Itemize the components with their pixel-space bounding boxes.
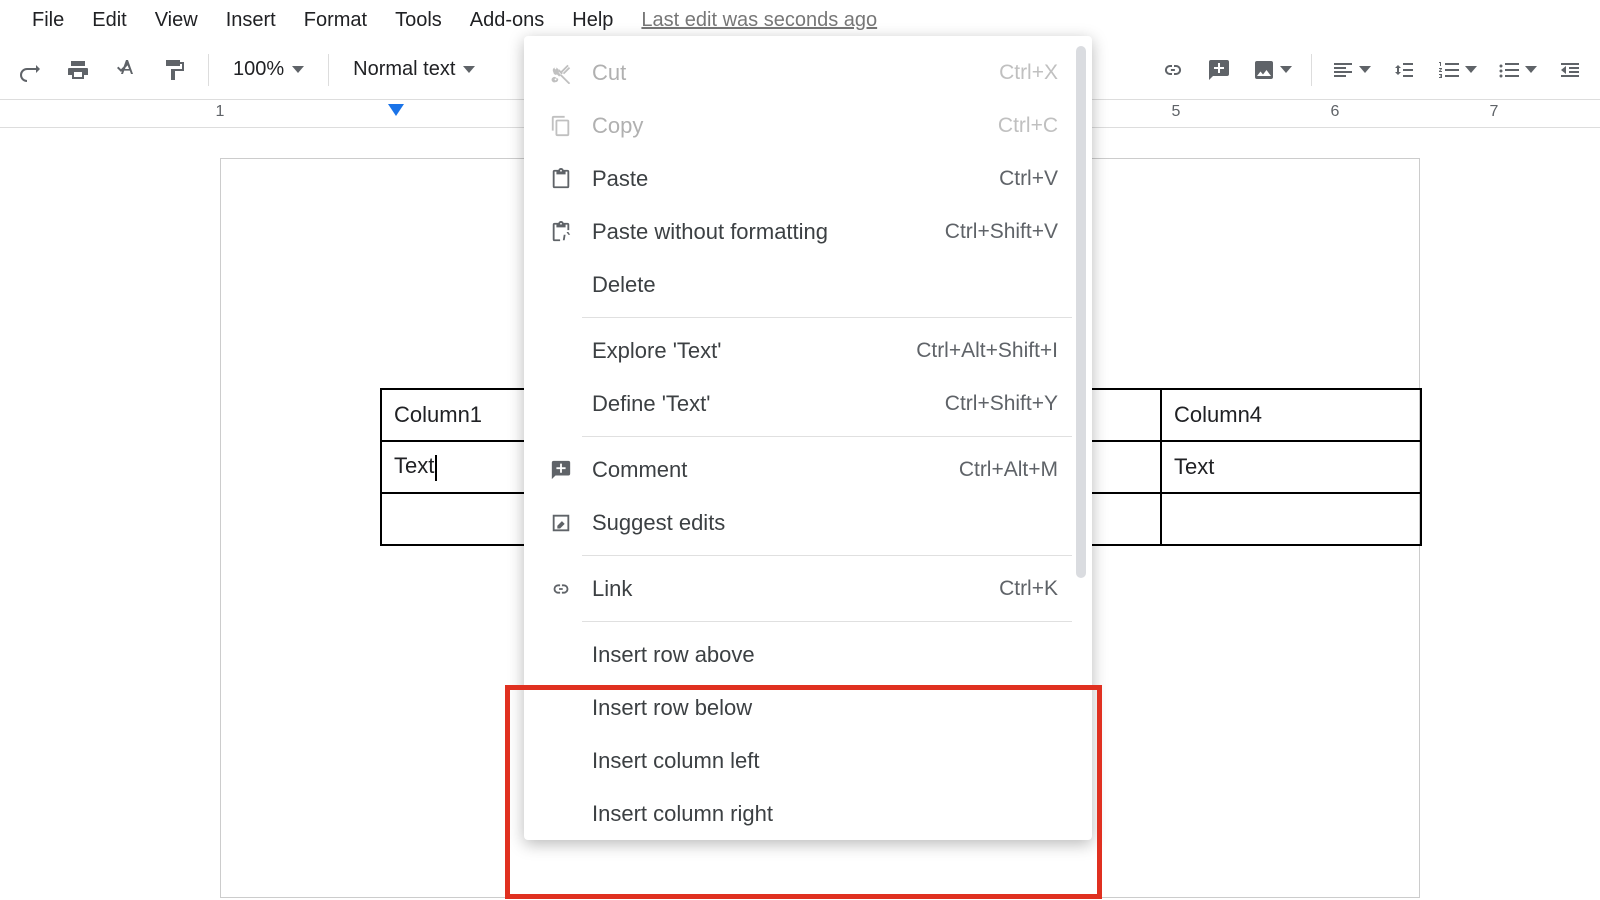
chevron-down-icon xyxy=(292,66,304,73)
chevron-down-icon xyxy=(1280,66,1292,73)
cell-text: Text xyxy=(1174,454,1214,479)
ruler-mark: 6 xyxy=(1331,103,1340,121)
menu-bar: File Edit View Insert Format Tools Add-o… xyxy=(0,0,1600,40)
menu-separator xyxy=(582,621,1072,622)
chevron-down-icon xyxy=(1465,66,1477,73)
menu-addons[interactable]: Add-ons xyxy=(470,9,545,32)
shortcut-text: Ctrl+V xyxy=(999,167,1058,191)
menu-item-insert-column-right[interactable]: Insert column right xyxy=(524,787,1092,840)
scrollbar[interactable] xyxy=(1076,46,1086,578)
chevron-down-icon xyxy=(463,66,475,73)
menu-item-paste-without-formatting[interactable]: Paste without formatting Ctrl+Shift+V xyxy=(524,205,1092,258)
menu-item-insert-row-above[interactable]: Insert row above xyxy=(524,628,1092,681)
shortcut-text: Ctrl+X xyxy=(999,61,1058,85)
menu-item-cut[interactable]: Cut Ctrl+X xyxy=(524,46,1092,99)
paint-format-icon[interactable] xyxy=(156,52,192,88)
menu-item-define[interactable]: Define 'Text' Ctrl+Shift+Y xyxy=(524,377,1092,430)
bulleted-list-dropdown[interactable] xyxy=(1492,52,1542,88)
link-icon xyxy=(544,578,578,600)
ruler-mark: 7 xyxy=(1490,103,1499,121)
paragraph-style-dropdown[interactable]: Normal text xyxy=(345,58,483,81)
ruler-mark: 5 xyxy=(1172,103,1181,121)
toolbar-separator xyxy=(208,54,209,86)
shortcut-text: Ctrl+Alt+Shift+I xyxy=(916,339,1058,363)
shortcut-text: Ctrl+K xyxy=(999,577,1058,601)
cell-text: Column1 xyxy=(394,402,482,427)
cell-text: Text xyxy=(394,453,434,478)
zoom-value: 100% xyxy=(233,58,284,81)
numbered-list-dropdown[interactable] xyxy=(1432,52,1482,88)
chevron-down-icon xyxy=(1525,66,1537,73)
menu-file[interactable]: File xyxy=(32,9,64,32)
add-comment-icon xyxy=(544,459,578,481)
menu-edit[interactable]: Edit xyxy=(92,9,126,32)
table-cell[interactable]: Column4 xyxy=(1161,389,1421,441)
menu-item-label: Link xyxy=(592,576,632,602)
menu-item-comment[interactable]: Comment Ctrl+Alt+M xyxy=(524,443,1092,496)
chevron-down-icon xyxy=(1359,66,1371,73)
paragraph-style-value: Normal text xyxy=(353,58,455,81)
cut-icon xyxy=(544,62,578,84)
align-dropdown[interactable] xyxy=(1326,52,1376,88)
suggest-icon xyxy=(544,512,578,534)
menu-item-label: Define 'Text' xyxy=(592,391,710,417)
first-line-indent-icon[interactable] xyxy=(388,104,404,116)
menu-item-link[interactable]: Link Ctrl+K xyxy=(524,562,1092,615)
menu-item-label: Insert row above xyxy=(592,642,755,668)
shortcut-text: Ctrl+Shift+V xyxy=(945,220,1058,244)
menu-tools[interactable]: Tools xyxy=(395,9,442,32)
menu-format[interactable]: Format xyxy=(304,9,367,32)
menu-separator xyxy=(582,436,1072,437)
menu-item-label: Cut xyxy=(592,60,626,86)
zoom-dropdown[interactable]: 100% xyxy=(225,58,312,81)
menu-item-label: Insert column right xyxy=(592,801,773,827)
menu-item-label: Explore 'Text' xyxy=(592,338,721,364)
link-icon[interactable] xyxy=(1155,52,1191,88)
cell-text: Column4 xyxy=(1174,402,1262,427)
shortcut-text: Ctrl+Shift+Y xyxy=(945,392,1058,416)
shortcut-text: Ctrl+C xyxy=(998,114,1058,138)
menu-item-label: Paste xyxy=(592,166,648,192)
menu-item-insert-row-below[interactable]: Insert row below xyxy=(524,681,1092,734)
line-spacing-icon[interactable] xyxy=(1386,52,1422,88)
menu-item-delete[interactable]: Delete xyxy=(524,258,1092,311)
menu-help[interactable]: Help xyxy=(572,9,613,32)
menu-insert[interactable]: Insert xyxy=(226,9,276,32)
menu-separator xyxy=(582,555,1072,556)
last-edit-link[interactable]: Last edit was seconds ago xyxy=(641,9,877,32)
add-comment-icon[interactable] xyxy=(1201,52,1237,88)
toolbar-separator xyxy=(1311,54,1312,86)
menu-item-paste[interactable]: Paste Ctrl+V xyxy=(524,152,1092,205)
toolbar-separator xyxy=(328,54,329,86)
menu-item-label: Insert row below xyxy=(592,695,752,721)
paste-icon xyxy=(544,168,578,190)
table-cell[interactable] xyxy=(1161,493,1421,545)
menu-item-insert-column-left[interactable]: Insert column left xyxy=(524,734,1092,787)
ruler-mark: 1 xyxy=(216,103,225,121)
menu-item-label: Copy xyxy=(592,113,643,139)
context-menu: Cut Ctrl+X Copy Ctrl+C Paste Ctrl+V Past… xyxy=(524,36,1092,840)
decrease-indent-icon[interactable] xyxy=(1552,52,1588,88)
menu-item-suggest-edits[interactable]: Suggest edits xyxy=(524,496,1092,549)
insert-image-dropdown[interactable] xyxy=(1247,52,1297,88)
menu-separator xyxy=(582,317,1072,318)
table-cell[interactable]: Text xyxy=(1161,441,1421,493)
menu-item-label: Comment xyxy=(592,457,687,483)
menu-item-label: Paste without formatting xyxy=(592,219,828,245)
paste-plain-icon xyxy=(544,221,578,243)
copy-icon xyxy=(544,115,578,137)
menu-item-copy[interactable]: Copy Ctrl+C xyxy=(524,99,1092,152)
spellcheck-icon[interactable] xyxy=(108,52,144,88)
menu-item-label: Insert column left xyxy=(592,748,760,774)
redo-icon[interactable] xyxy=(12,52,48,88)
menu-view[interactable]: View xyxy=(155,9,198,32)
menu-item-label: Delete xyxy=(592,272,656,298)
menu-item-explore[interactable]: Explore 'Text' Ctrl+Alt+Shift+I xyxy=(524,324,1092,377)
shortcut-text: Ctrl+Alt+M xyxy=(959,458,1058,482)
menu-item-label: Suggest edits xyxy=(592,510,725,536)
text-cursor xyxy=(435,455,437,481)
print-icon[interactable] xyxy=(60,52,96,88)
